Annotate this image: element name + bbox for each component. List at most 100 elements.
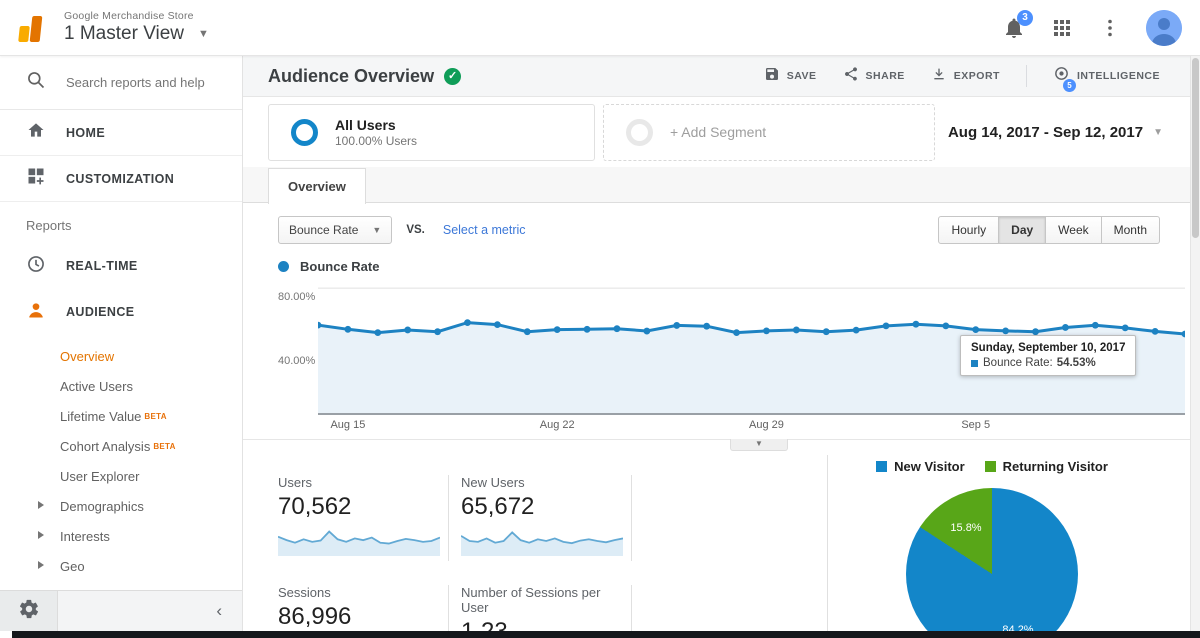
- metric-select-dropdown[interactable]: Bounce Rate ▼: [278, 216, 392, 244]
- report-header: Audience Overview ✓ SAVE SHARE: [243, 56, 1200, 97]
- home-icon: [26, 120, 46, 145]
- account-name: Google Merchandise Store: [64, 10, 209, 22]
- metric-value: 70,562: [278, 493, 440, 521]
- legend-label: Bounce Rate: [300, 259, 379, 274]
- more-options-button[interactable]: [1098, 16, 1122, 40]
- admin-settings-button[interactable]: [0, 590, 58, 631]
- sidebar-item-customization[interactable]: CUSTOMIZATION: [0, 156, 242, 202]
- subnav-label: Lifetime Value: [60, 409, 141, 424]
- gear-icon: [18, 598, 40, 625]
- x-axis-line: [318, 413, 1185, 415]
- sidebar-item-home[interactable]: HOME: [0, 110, 242, 156]
- main-content: Audience Overview ✓ SAVE SHARE: [243, 56, 1200, 638]
- x-axis-tick: Aug 22: [534, 419, 580, 431]
- chevron-down-icon[interactable]: ▼: [198, 28, 209, 40]
- sidebar-item-audience[interactable]: AUDIENCE: [0, 289, 242, 335]
- sidebar: HOME CUSTOMIZATION Reports REAL-TIME: [0, 56, 243, 638]
- view-name: 1 Master View: [64, 23, 184, 45]
- google-analytics-logo-icon[interactable]: [16, 11, 50, 45]
- share-button[interactable]: SHARE: [843, 66, 905, 87]
- metric-divider: [448, 475, 449, 561]
- sidebar-search[interactable]: [0, 56, 242, 110]
- metric-grid: Users 70,562 New Users 65,672: [278, 475, 862, 638]
- download-icon: [931, 66, 947, 87]
- explorer-controls: Bounce Rate ▼ VS. Select a metric Hourly…: [243, 203, 1200, 245]
- date-range-picker[interactable]: Aug 14, 2017 - Sep 12, 2017 ▼: [948, 124, 1163, 141]
- sidebar-item-realtime[interactable]: REAL-TIME: [0, 243, 242, 289]
- date-range-value: Aug 14, 2017 - Sep 12, 2017: [948, 124, 1143, 141]
- granularity-day-button[interactable]: Day: [999, 216, 1046, 244]
- new-users-sparkline: [461, 526, 623, 556]
- subnav-item-lifetime-value[interactable]: Lifetime Value BETA: [0, 401, 242, 431]
- chevron-down-icon: ▼: [1153, 127, 1163, 138]
- metric-card-users[interactable]: Users 70,562: [278, 475, 440, 556]
- beta-badge: BETA: [144, 412, 166, 421]
- sidebar-item-label: REAL-TIME: [66, 259, 138, 273]
- subnav-label: User Explorer: [60, 469, 139, 484]
- add-segment-button[interactable]: + Add Segment: [603, 104, 935, 161]
- metric-card-new-users[interactable]: New Users 65,672: [461, 475, 623, 556]
- collapse-sidebar-button[interactable]: ‹: [58, 590, 242, 631]
- apps-grid-icon: [1050, 27, 1074, 44]
- visitor-type-pie-chart[interactable]: 15.8% 84.2%: [906, 488, 1078, 638]
- legend-label: New Visitor: [894, 459, 965, 474]
- granularity-hourly-button[interactable]: Hourly: [938, 216, 999, 244]
- intelligence-label: INTELLIGENCE: [1077, 70, 1160, 82]
- save-icon: [764, 66, 780, 87]
- subnav-item-interests[interactable]: Interests: [0, 521, 242, 551]
- sidebar-footer: ‹: [0, 590, 242, 631]
- reports-section-label: Reports: [0, 202, 242, 243]
- notifications-badge: 3: [1017, 10, 1033, 26]
- subnav-item-active-users[interactable]: Active Users: [0, 371, 242, 401]
- subnav-label: Active Users: [60, 379, 133, 394]
- clock-icon: [26, 254, 46, 279]
- x-axis-ticks: Aug 15Aug 22Aug 29Sep 5: [318, 419, 1185, 435]
- segment-subtitle: 100.00% Users: [335, 134, 417, 148]
- chart-legend: Bounce Rate: [243, 257, 1200, 275]
- vertical-scrollbar[interactable]: [1190, 56, 1200, 631]
- sidebar-item-label: CUSTOMIZATION: [66, 172, 174, 186]
- user-avatar[interactable]: [1146, 10, 1182, 46]
- intelligence-button[interactable]: 5 INTELLIGENCE: [1053, 65, 1160, 87]
- subnav-item-cohort-analysis[interactable]: Cohort Analysis BETA: [0, 431, 242, 461]
- legend-item-new-visitor[interactable]: New Visitor: [876, 459, 965, 474]
- apps-grid-button[interactable]: [1050, 16, 1074, 40]
- search-input[interactable]: [66, 75, 236, 90]
- metric-label: Sessions: [278, 585, 440, 600]
- tooltip-date: Sunday, September 10, 2017: [971, 342, 1125, 354]
- tooltip-value: 54.53%: [1057, 357, 1096, 369]
- subnav-item-user-explorer[interactable]: User Explorer: [0, 461, 242, 491]
- segment-ring-icon: [291, 119, 318, 146]
- sidebar-item-label: AUDIENCE: [66, 305, 134, 319]
- expand-arrow-icon: [38, 531, 44, 539]
- export-button[interactable]: EXPORT: [931, 66, 1000, 87]
- chevron-down-icon: ▼: [731, 439, 787, 449]
- select-a-metric-link[interactable]: Select a metric: [443, 223, 526, 237]
- account-switcher[interactable]: Google Merchandise Store 1 Master View ▼: [64, 10, 209, 45]
- legend-item-returning-visitor[interactable]: Returning Visitor: [985, 459, 1108, 474]
- export-label: EXPORT: [954, 70, 1000, 82]
- save-button[interactable]: SAVE: [764, 66, 817, 87]
- subnav-label: Cohort Analysis: [60, 439, 150, 454]
- subnav-item-overview[interactable]: Overview: [0, 341, 242, 371]
- segment-all-users[interactable]: All Users 100.00% Users: [268, 104, 595, 161]
- intelligence-badge: 5: [1063, 79, 1076, 92]
- granularity-month-button[interactable]: Month: [1102, 216, 1160, 244]
- x-axis-tick: Sep 5: [953, 419, 999, 431]
- share-label: SHARE: [866, 70, 905, 82]
- scrollbar-thumb[interactable]: [1192, 58, 1199, 238]
- chart-tooltip: Sunday, September 10, 2017 Bounce Rate: …: [960, 335, 1136, 376]
- section-divider: [243, 439, 1200, 440]
- subnav-item-demographics[interactable]: Demographics: [0, 491, 242, 521]
- chevron-left-icon: ‹: [216, 601, 222, 621]
- notifications-button[interactable]: 3: [1002, 16, 1026, 40]
- subnav-label: Geo: [60, 559, 85, 574]
- tab-overview[interactable]: Overview: [268, 168, 366, 204]
- analytics-app-window: Google Merchandise Store 1 Master View ▼…: [0, 0, 1200, 638]
- granularity-week-button[interactable]: Week: [1046, 216, 1101, 244]
- metric-divider: [631, 475, 632, 561]
- returning-visitor-swatch: [985, 461, 996, 472]
- subnav-item-geo[interactable]: Geo: [0, 551, 242, 581]
- vertical-dots-icon: [1098, 27, 1122, 44]
- save-label: SAVE: [787, 70, 817, 82]
